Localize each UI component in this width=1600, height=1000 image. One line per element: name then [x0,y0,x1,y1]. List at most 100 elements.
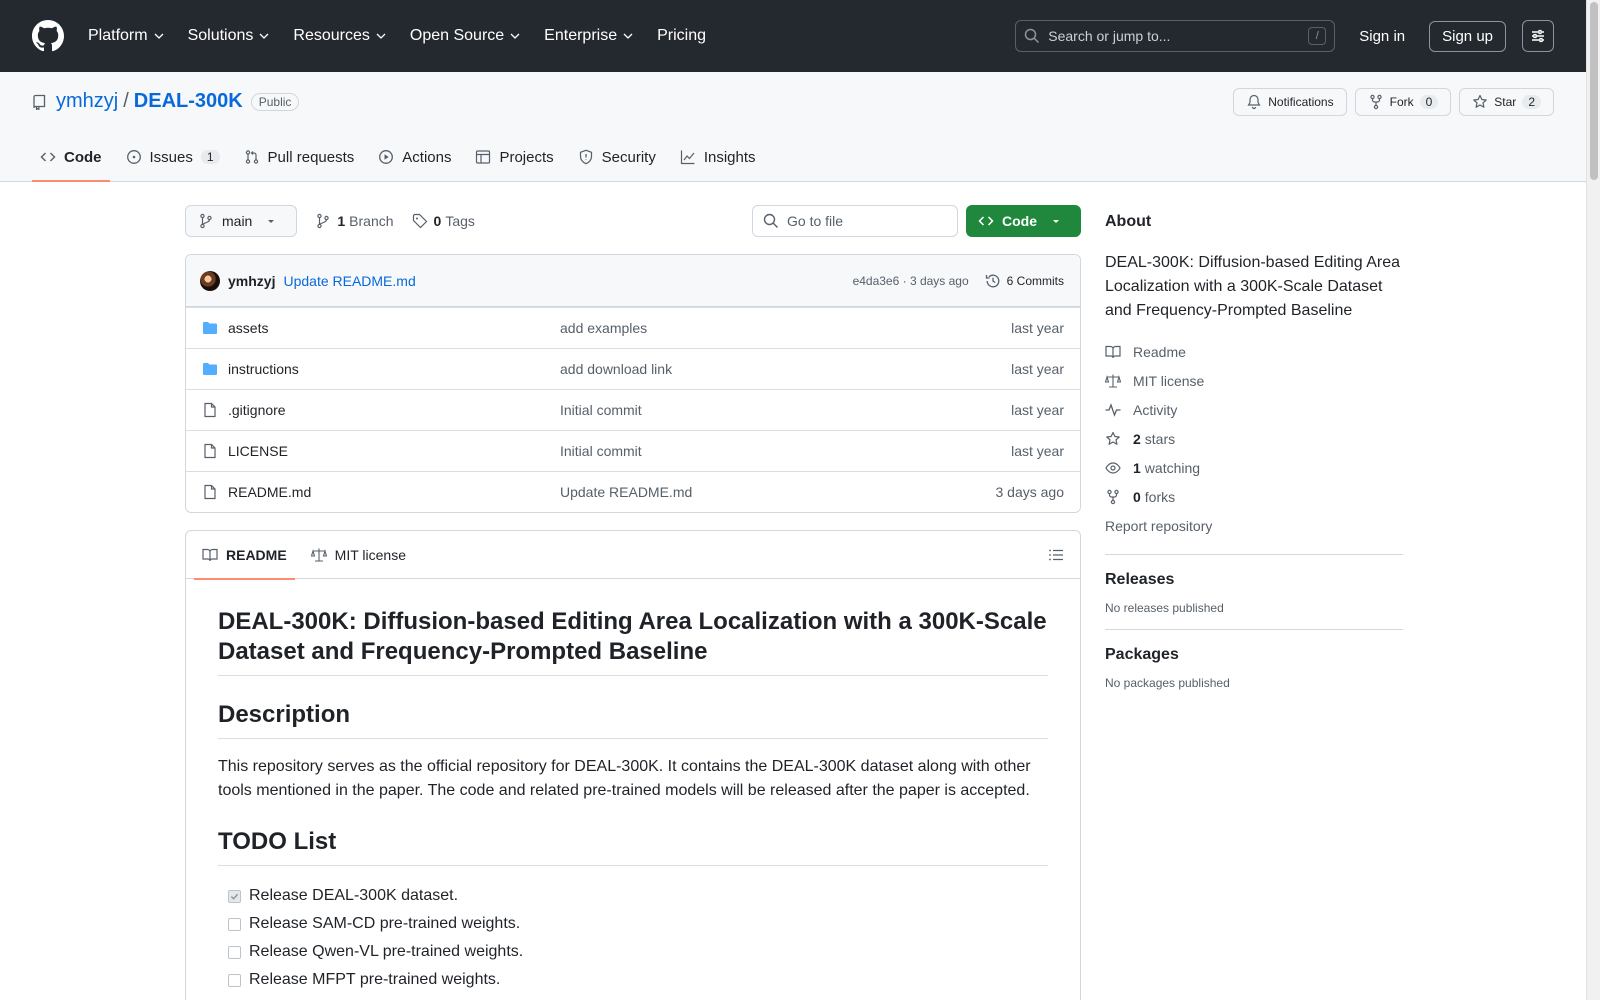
caret-down-icon [268,220,275,223]
nav-platform[interactable]: Platform [88,27,164,45]
play-icon [379,150,394,164]
todo-item: Release Qwen-VL pre-trained weights. [218,938,1048,966]
branch-label: Branch [349,213,394,229]
file-name-link[interactable]: assets [228,320,560,336]
forks-link[interactable]: 0 forks [1105,482,1403,511]
file-commit-message[interactable]: add download link [560,361,672,377]
sign-in-link[interactable]: Sign in [1351,22,1413,51]
readme-panel: README MIT license DEAL-300K: Diffusion-… [185,530,1081,1000]
main-content: main 1 Branch 0 Tags Go to file Code ymh… [185,205,1081,1000]
nav-pricing[interactable]: Pricing [657,27,706,45]
activity-link[interactable]: Activity [1105,395,1403,424]
divider [1105,629,1403,630]
fork-button[interactable]: Fork 0 [1354,88,1452,116]
issues-count: 1 [200,150,220,164]
tab-label: Pull requests [267,148,355,166]
watching-label: watching [1144,459,1201,476]
description-text: This repository serves as the official r… [218,758,1031,799]
code-dropdown-button[interactable]: Code [966,205,1081,237]
commit-history-link[interactable]: 6 Commits [985,273,1064,289]
global-search-input[interactable]: Search or jump to... / [1015,20,1336,52]
tab-label: Code [64,148,102,166]
file-name-link[interactable]: .gitignore [228,402,560,418]
readme-tab-label: README [226,546,287,563]
nav-resources[interactable]: Resources [293,27,386,45]
folder-icon [203,322,217,334]
search-shortcut-key: / [1308,27,1327,45]
tab-pull-requests[interactable]: Pull requests [236,133,363,181]
top-nav: Platform Solutions Resources Open Source… [88,27,730,45]
file-name-link[interactable]: README.md [228,484,560,500]
stars-link[interactable]: 2 stars [1105,424,1403,453]
file-row[interactable]: README.md Update README.md 3 days ago [186,471,1080,512]
readme-link[interactable]: Readme [1105,337,1403,366]
settings-menu-button[interactable] [1522,20,1554,52]
branches-link[interactable]: 1 Branch [315,213,394,229]
file-commit-message[interactable]: Initial commit [560,443,642,459]
file-row[interactable]: assets add examples last year [186,307,1080,348]
releases-empty: No releases published [1105,601,1224,615]
tab-security[interactable]: Security [570,133,664,181]
todo-text: Release MFPT pre-trained weights. [249,971,501,988]
file-commit-message[interactable]: Initial commit [560,402,642,418]
tab-issues[interactable]: Issues 1 [118,133,228,181]
file-commit-message[interactable]: add examples [560,320,647,336]
repo-name-link[interactable]: DEAL-300K [134,90,243,113]
releases-heading[interactable]: Releases [1105,571,1403,589]
shield-icon [579,149,592,165]
repo-icon [33,94,46,110]
checkbox-checked [228,889,241,903]
packages-empty: No packages published [1105,676,1230,690]
github-logo-icon[interactable] [32,20,64,52]
tab-label: Insights [703,148,756,166]
tab-readme[interactable]: README [194,531,295,580]
scale-icon [1105,374,1121,388]
file-commit-message[interactable]: Update README.md [560,484,692,500]
tab-license[interactable]: MIT license [303,531,414,579]
file-row[interactable]: instructions add download link last year [186,348,1080,389]
watching-link[interactable]: 1 watching [1105,453,1403,482]
tab-insights[interactable]: Insights [672,133,764,181]
chevron-down-icon [623,33,633,39]
tags-link[interactable]: 0 Tags [412,213,475,229]
license-link[interactable]: MIT license [1105,366,1403,395]
graph-icon [680,150,695,165]
star-button[interactable]: Star 2 [1459,88,1554,116]
file-name-link[interactable]: instructions [228,361,560,377]
about-description: DEAL-300K: Diffusion-based Editing Area … [1105,254,1400,319]
tab-code[interactable]: Code [32,133,110,182]
repo-owner-link[interactable]: ymhzyj [56,90,118,113]
commit-message-link[interactable]: Update README.md [283,273,415,289]
tab-projects[interactable]: Projects [467,133,561,181]
file-date: last year [1011,361,1064,377]
branch-icon [200,213,212,229]
pulse-icon [1105,402,1121,417]
list-icon[interactable] [1048,547,1064,563]
go-to-file-input[interactable]: Go to file [752,205,958,237]
report-repository-link[interactable]: Report repository [1105,511,1403,540]
commit-sha-time[interactable]: e4da3e6 · 3 days ago [853,274,969,288]
nav-open-source[interactable]: Open Source [410,27,520,45]
file-row[interactable]: .gitignore Initial commit last year [186,389,1080,430]
caret-down-icon [1053,220,1059,223]
branch-selector[interactable]: main [185,205,298,237]
fork-icon [1107,489,1119,504]
tag-icon [412,213,427,229]
scale-icon [310,548,327,562]
sign-up-button[interactable]: Sign up [1429,20,1506,52]
nav-label: Resources [293,27,370,44]
avatar[interactable] [200,270,220,291]
commit-author-link[interactable]: ymhzyj [228,273,275,289]
tab-actions[interactable]: Actions [370,133,459,181]
nav-solutions[interactable]: Solutions [188,27,270,45]
book-icon [1105,345,1121,358]
packages-heading[interactable]: Packages [1105,646,1403,664]
nav-enterprise[interactable]: Enterprise [544,27,633,45]
readme-link-label: Readme [1133,343,1186,360]
file-name-link[interactable]: LICENSE [228,443,560,459]
activity-link-label: Activity [1133,401,1178,418]
notifications-button[interactable]: Notifications [1233,88,1347,116]
file-row[interactable]: LICENSE Initial commit last year [186,430,1080,471]
scrollbar-thumb[interactable] [1590,2,1598,180]
page-scrollbar[interactable] [1586,0,1600,1000]
